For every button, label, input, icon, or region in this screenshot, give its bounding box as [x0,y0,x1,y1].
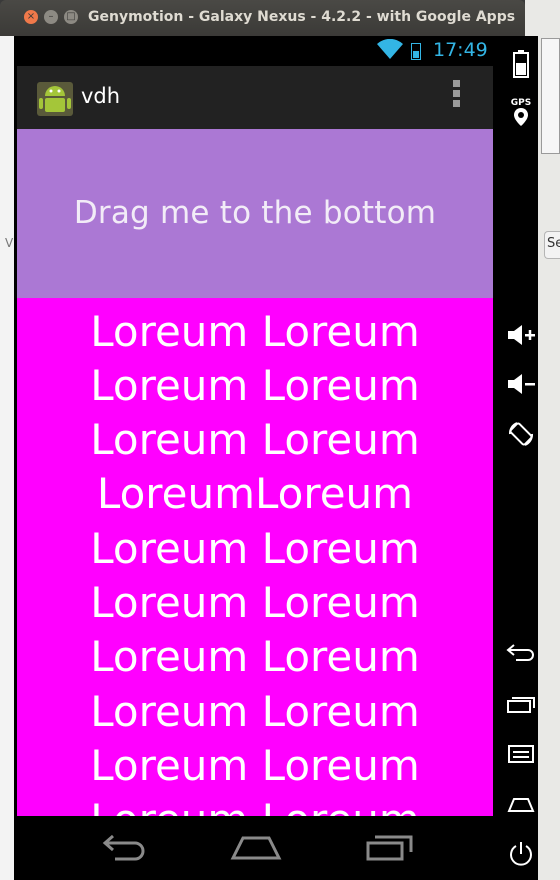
list-item: Loreum Loreum [90,307,420,356]
list-item: Loreum Loreum [90,524,420,573]
drag-panel[interactable]: Drag me to the bottom [17,129,493,298]
back-button-icon[interactable] [504,642,538,666]
status-bar: 17:49 [17,36,493,66]
volume-down-icon[interactable] [504,373,538,399]
desktop-background-button[interactable]: Se [544,231,560,259]
battery-widget-icon[interactable] [504,50,538,82]
gps-label: GPS [510,98,532,108]
list-item: Loreum Loreum [90,578,420,627]
list-item: Loreum Loreum [17,796,493,817]
status-time: 17:49 [433,39,488,61]
list-item: Loreum Loreum [90,632,420,681]
menu-button-icon[interactable] [504,744,538,768]
list-item: Loreum Loreum [90,361,420,410]
wifi-icon [377,38,403,64]
list-item: Loreum Loreum [90,415,420,464]
desktop-thumbnail [541,38,560,154]
volume-up-icon[interactable] [504,324,538,350]
power-button-icon[interactable] [504,840,538,872]
battery-icon [411,43,421,60]
navigation-bar [17,816,493,880]
window-close-button[interactable]: × [24,10,38,24]
content-panel: Loreum Loreum Loreum Loreum Loreum Loreu… [17,298,493,816]
window-minimize-button[interactable]: – [44,10,58,24]
recent-apps-icon[interactable] [504,694,538,718]
nav-recent-apps-icon[interactable] [365,832,415,866]
gps-widget-icon[interactable]: GPS [504,98,538,130]
rotate-icon[interactable] [504,420,538,452]
overflow-menu-icon[interactable] [449,80,463,114]
android-app-icon[interactable] [35,78,75,122]
action-bar: vdh [17,66,493,129]
drag-label: Drag me to the bottom [73,195,437,231]
window-titlebar[interactable]: × – □ Genymotion - Galaxy Nexus - 4.2.2 … [0,0,525,36]
location-pin-icon [514,108,528,126]
list-item: Loreum Loreum [90,687,420,736]
list-item: Loreum Loreum [90,741,420,790]
desktop-left-text: V [5,236,14,250]
emulator-control-panel: GPS [504,36,538,880]
window-title: Genymotion - Galaxy Nexus - 4.2.2 - with… [88,9,518,25]
list-item: LoreumLoreum [96,469,414,518]
window-maximize-button[interactable]: □ [64,10,78,24]
home-button-icon[interactable] [504,794,538,818]
app-title: vdh [81,84,121,108]
nav-home-icon[interactable] [230,832,282,866]
nav-back-icon[interactable] [101,832,147,866]
desktop-left-edge: V [0,36,14,880]
